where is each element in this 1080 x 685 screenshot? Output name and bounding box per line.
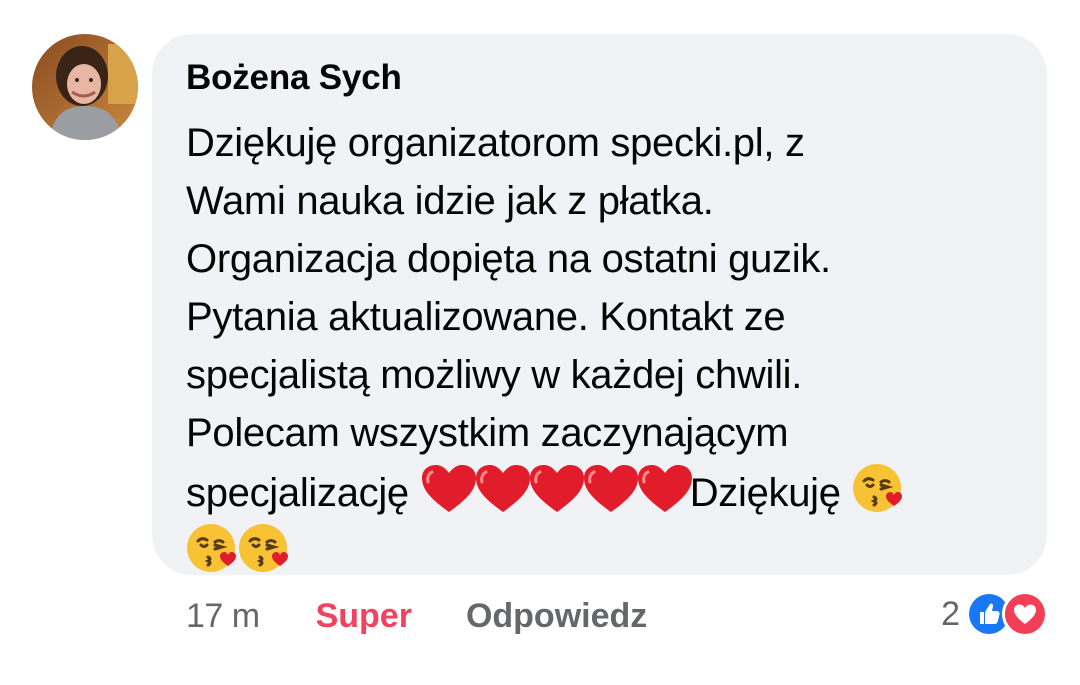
- face-blowing-kiss-icon: [238, 522, 290, 574]
- comment-line: Wami nauka idzie jak z płatka.: [186, 179, 714, 223]
- red-heart-icon: [582, 464, 640, 514]
- red-heart-icon: [420, 464, 478, 514]
- comment-line: [186, 522, 1026, 582]
- comment-line: specjalistą możliwy w każdej chwili.: [186, 353, 803, 397]
- red-heart-icon: [636, 464, 694, 514]
- comment-line: Pytania aktualizowane. Kontakt ze: [186, 295, 786, 339]
- comment-actions: 17 m Super Odpowiedz: [186, 594, 647, 638]
- comment-text-segment: specjalizację: [186, 471, 420, 515]
- red-heart-icon: [528, 464, 586, 514]
- heart-icon: [1002, 591, 1048, 637]
- face-blowing-kiss-icon: [852, 462, 904, 514]
- comment-line: Dziękuję organizatorom specki.pl, z: [186, 121, 805, 165]
- reactions-summary[interactable]: 2: [941, 591, 1048, 637]
- reply-button[interactable]: Odpowiedz: [466, 597, 647, 636]
- comment-author[interactable]: Bożena Sych: [186, 58, 402, 98]
- comment-line: specjalizację Dziękuję: [186, 462, 1026, 522]
- comment-text-segment: Dziękuję: [689, 471, 852, 515]
- comment-line: Polecam wszystkim zaczynającym: [186, 411, 789, 455]
- face-blowing-kiss-icon: [186, 522, 238, 574]
- reaction-count: 2: [941, 594, 960, 633]
- like-button[interactable]: Super: [316, 597, 412, 636]
- comment-timestamp[interactable]: 17 m: [186, 597, 260, 636]
- comment-text: Dziękuję organizatorom specki.pl, z Wami…: [186, 114, 1026, 582]
- comment-line: Organizacja dopięta na ostatni guzik.: [186, 237, 831, 281]
- comment-bubble[interactable]: Bożena Sych Dziękuję organizatorom speck…: [152, 34, 1047, 575]
- red-heart-icon: [474, 464, 532, 514]
- avatar-photo: [32, 34, 138, 140]
- avatar[interactable]: [32, 34, 138, 140]
